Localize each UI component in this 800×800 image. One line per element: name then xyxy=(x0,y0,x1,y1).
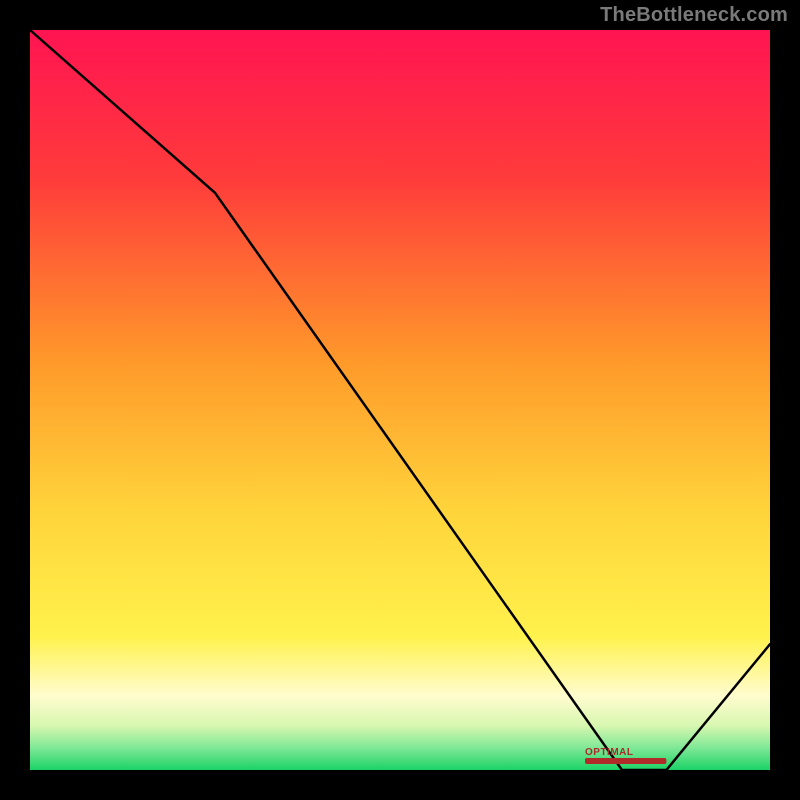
optimal-label: OPTIMAL xyxy=(585,747,634,758)
chart-container: TheBottleneck.com OPTIMAL xyxy=(0,0,800,800)
watermark-text: TheBottleneck.com xyxy=(600,4,788,27)
chart-svg xyxy=(30,30,770,770)
optimal-marker xyxy=(585,758,666,764)
plot-area xyxy=(25,25,775,775)
gradient-bg xyxy=(30,30,770,770)
